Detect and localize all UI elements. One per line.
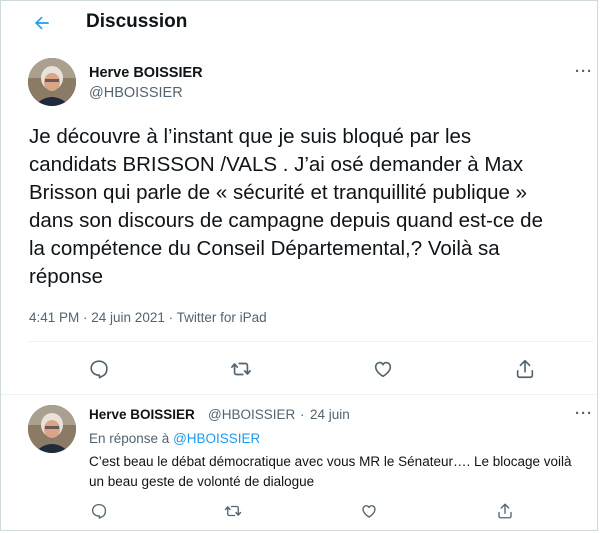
author-photo [28, 58, 76, 106]
reply-more-options-button[interactable]: ··· [575, 405, 593, 422]
share-button[interactable] [513, 357, 537, 381]
reply-retweet-button[interactable] [223, 501, 243, 521]
reply-share-button[interactable] [495, 501, 515, 521]
retweet-button[interactable] [229, 357, 253, 381]
retweet-icon [224, 505, 242, 517]
divider [1, 394, 597, 395]
reply-avatar[interactable] [28, 405, 76, 453]
author-photo [28, 405, 76, 453]
reply-reply-button[interactable] [89, 501, 109, 521]
author-name[interactable]: Herve BOISSIER [89, 65, 203, 81]
like-icon [362, 505, 376, 518]
like-button[interactable] [371, 357, 395, 381]
reply-like-button[interactable] [359, 501, 379, 521]
tweet-page: Discussion Herve BOISSIER @HBOISSIER ···… [0, 0, 598, 531]
reply-icon [91, 503, 107, 519]
header: Discussion [1, 1, 597, 45]
reply-author-handle[interactable]: @HBOISSIER [208, 407, 295, 422]
reply-separator: · [300, 407, 305, 422]
page-title: Discussion [86, 11, 188, 32]
arrow-left-icon [35, 16, 49, 30]
tweet-meta: 4:41 PM · 24 juin 2021 · Twitter for iPa… [29, 310, 267, 325]
reply-button[interactable] [87, 357, 111, 381]
retweet-icon [231, 362, 251, 376]
more-options-button[interactable]: ··· [575, 63, 593, 80]
back-button[interactable] [27, 9, 57, 37]
reply-author-name[interactable]: Herve BOISSIER [89, 407, 195, 422]
reply-date[interactable]: 24 juin [310, 407, 350, 422]
author-handle[interactable]: @HBOISSIER [89, 85, 183, 101]
divider [28, 341, 593, 342]
avatar[interactable] [28, 58, 76, 106]
reply-text: C’est beau le débat démocratique avec vo… [89, 454, 572, 489]
replying-to: En réponse à @HBOISSIER [89, 431, 260, 446]
share-icon [516, 359, 534, 379]
replying-to-handle[interactable]: @HBOISSIER [173, 431, 260, 446]
replying-to-prefix: En réponse à [89, 431, 170, 446]
tweet-text: Je découvre à l’instant que je suis bloq… [29, 125, 543, 288]
share-icon [498, 503, 512, 519]
reply-icon [90, 360, 108, 379]
like-icon [374, 361, 392, 378]
